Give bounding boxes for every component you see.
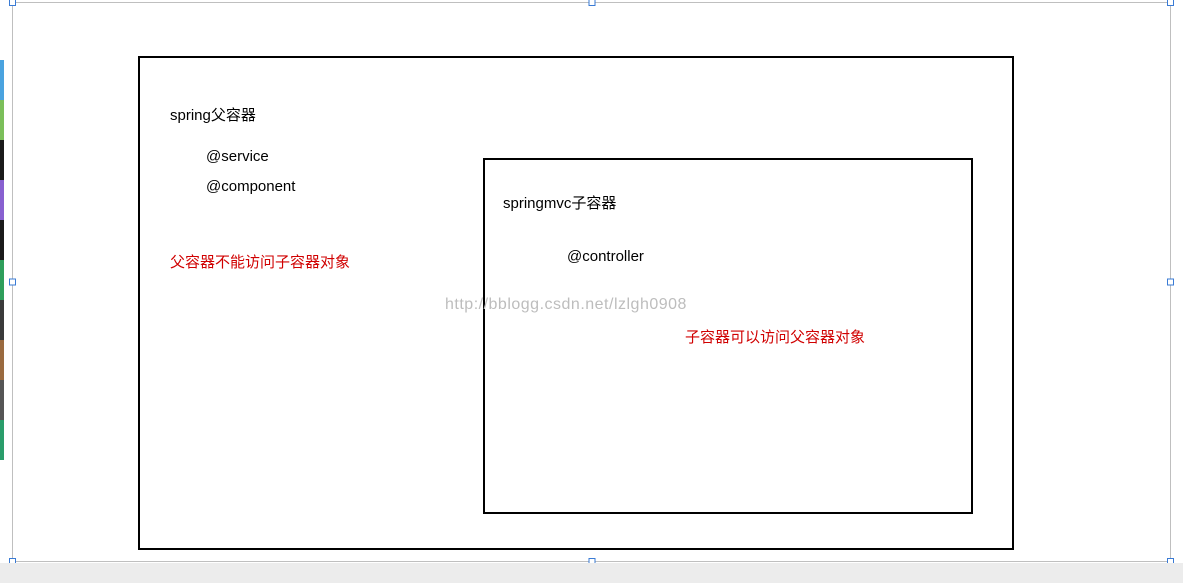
annotation-component-label: @component: [206, 178, 295, 195]
sidebar-stub: [0, 100, 4, 140]
parent-access-note: 父容器不能访问子容器对象: [170, 251, 350, 272]
sidebar-stub: [0, 140, 4, 180]
resize-handle-top-center[interactable]: [588, 0, 595, 6]
footer-strip: [0, 563, 1183, 583]
child-container-title: springmvc子容器: [503, 192, 616, 213]
child-access-note: 子容器可以访问父容器对象: [685, 326, 865, 347]
resize-handle-top-left[interactable]: [9, 0, 16, 6]
sidebar-stub: [0, 180, 4, 220]
sidebar-stub: [0, 260, 4, 300]
sidebar-stub: [0, 60, 4, 100]
resize-handle-mid-right[interactable]: [1167, 279, 1174, 286]
sidebar-stub: [0, 340, 4, 380]
resize-handle-mid-left[interactable]: [9, 279, 16, 286]
sidebar-stub: [0, 300, 4, 340]
annotation-controller-label: @controller: [567, 248, 644, 265]
sidebar-stub: [0, 380, 4, 420]
springmvc-child-container-box: springmvc子容器 @controller 子容器可以访问父容器对象: [483, 158, 973, 514]
parent-container-title: spring父容器: [170, 104, 256, 125]
spring-parent-container-box: spring父容器 @service @component 父容器不能访问子容器…: [138, 56, 1014, 550]
sidebar-stub: [0, 220, 4, 260]
resize-handle-top-right[interactable]: [1167, 0, 1174, 6]
annotation-service-label: @service: [206, 148, 269, 165]
sidebar-stub: [0, 420, 4, 460]
